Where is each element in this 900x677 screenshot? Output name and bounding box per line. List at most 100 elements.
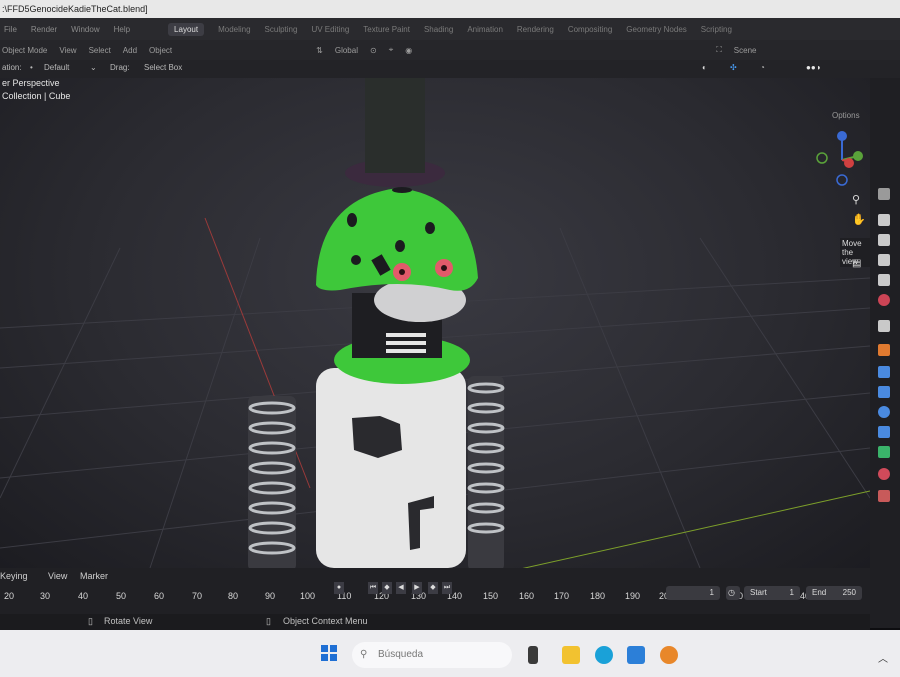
play-reverse-button[interactable]: ◀ [396,582,406,594]
menu-file[interactable]: File [4,25,17,34]
options-dropdown[interactable]: Options [832,111,860,120]
menu-view[interactable]: View [59,46,76,55]
visibility-icon[interactable]: ◐ [702,63,707,72]
menu-window[interactable]: Window [71,25,99,34]
tab-layout[interactable]: Layout [168,22,205,36]
collection-properties-icon[interactable] [878,320,890,332]
physics-icon[interactable] [878,406,890,418]
prev-keyframe-button[interactable]: ◆ [382,582,392,594]
3d-viewport[interactable]: er Perspective Collection | Cube Options… [0,78,870,568]
menu-object[interactable]: Object [149,46,172,55]
tab-shading[interactable]: Shading [424,25,453,34]
end-label: End [812,588,827,597]
body-marking-upper [352,416,402,458]
drag-select-box[interactable]: Select Box [144,63,182,72]
keying-menu[interactable]: Keying [0,571,28,581]
object-properties-icon[interactable] [878,344,890,356]
clock-icon[interactable]: ◷ [726,586,740,600]
gizmo-toggle-icon[interactable]: ✣ [730,63,737,72]
chevron-up-icon[interactable]: ︿ [878,650,888,665]
navigation-gizmo[interactable] [812,130,870,190]
jump-start-button[interactable]: ⏮ [368,582,378,594]
start-frame-field[interactable]: Start 1 [744,586,800,600]
search-icon: ⚲ [360,649,368,660]
edge-browser-icon[interactable] [595,646,613,664]
snap-icon[interactable]: ⌖ [389,45,394,55]
render-properties-icon[interactable] [878,214,890,226]
model-body [316,368,466,568]
play-button[interactable]: ▶ [412,582,422,594]
left-eye [393,263,411,281]
current-frame-field[interactable]: 1 [666,586,720,600]
marker-menu[interactable]: Marker [80,571,108,581]
tab-animation[interactable]: Animation [467,25,503,34]
tab-geometry-nodes[interactable]: Geometry Nodes [626,25,686,34]
scene-properties-icon[interactable] [878,274,890,286]
jump-end-button[interactable]: ⏭ [442,582,452,594]
mouse-middle-icon: ▯ [88,616,93,626]
tab-texture-paint[interactable]: Texture Paint [363,25,410,34]
scene-icon[interactable]: ⛶ [716,45,722,55]
tick-label: 170 [554,591,570,601]
texture-icon[interactable] [878,490,890,502]
timeline-view-menu[interactable]: View [48,571,67,581]
world-properties-icon[interactable] [878,294,890,306]
task-view-icon[interactable] [528,646,538,664]
windows-start-icon[interactable] [321,645,337,661]
tab-uv-editing[interactable]: UV Editing [311,25,349,34]
tick-label: 40 [78,591,89,601]
store-icon[interactable] [627,646,645,664]
tool-properties-icon[interactable] [878,188,890,200]
menu-add[interactable]: Add [123,46,137,55]
view-perspective-label: er Perspective [2,78,60,88]
proportional-icon[interactable]: ◉ [405,46,412,55]
tick-label: 20 [4,591,15,601]
next-keyframe-button[interactable]: ◆ [428,582,438,594]
file-explorer-icon[interactable] [562,646,580,664]
window-title: :\FFD5GenocideKadieTheCat.blend] [0,0,900,18]
shading-solid-icon[interactable]: ●●◑ [806,63,821,72]
status-hint-rotate: Rotate View [104,616,153,626]
search-placeholder: Búsqueda [378,649,424,660]
view-layer-properties-icon[interactable] [878,254,890,266]
hat-top [365,78,425,173]
tab-rendering[interactable]: Rendering [517,25,554,34]
modifier-wrench-icon[interactable] [878,366,890,378]
orientation-icon[interactable]: ⇅ [316,46,323,55]
particles-icon[interactable] [878,386,890,398]
tick-label: 180 [590,591,606,601]
tick-label: 60 [154,591,165,601]
scene-label[interactable]: Scene [734,46,757,55]
tab-scripting[interactable]: Scripting [701,25,732,34]
constraints-icon[interactable] [878,426,890,438]
zoom-icon[interactable]: ⚲ [852,193,860,206]
pivot-icon[interactable]: ⊙ [370,46,377,55]
overlay-icon[interactable]: ◔ [760,63,765,72]
transform-orientation-select[interactable]: Global [335,46,358,55]
right-eye [435,259,453,277]
menu-render[interactable]: Render [31,25,57,34]
mouse-right-icon: ▯ [266,616,271,626]
end-frame-field[interactable]: End 250 [806,586,862,600]
blender-app-icon[interactable] [660,646,678,664]
camera-view-icon[interactable]: ▤ [852,258,861,269]
tab-compositing[interactable]: Compositing [568,25,612,34]
orientation-default-select[interactable]: Default [44,63,69,72]
material-icon[interactable] [878,468,890,480]
mode-select[interactable]: Object Mode [2,46,47,55]
tick-label: 190 [625,591,641,601]
move-view-hand-icon[interactable]: ✋ [852,213,866,226]
menu-select[interactable]: Select [89,46,111,55]
viewport-scene [0,78,870,568]
chevron-down-icon: ⌄ [90,63,97,72]
end-value: 250 [842,588,856,597]
tab-modeling[interactable]: Modeling [218,25,250,34]
tab-sculpting[interactable]: Sculpting [265,25,298,34]
taskbar-search-box[interactable]: ⚲ Búsqueda [352,642,512,668]
record-button[interactable]: ● [334,582,344,594]
drag-label: Drag: [110,63,130,72]
menu-help[interactable]: Help [114,25,130,34]
output-properties-icon[interactable] [878,234,890,246]
data-triangle-icon[interactable] [878,446,890,458]
neck-stripes [386,333,426,353]
